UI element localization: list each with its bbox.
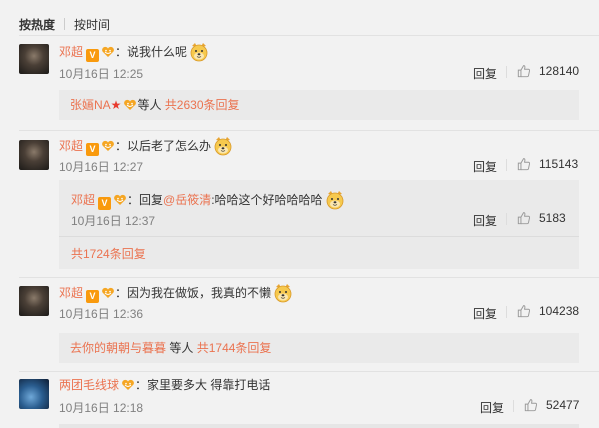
like-count: 52477 — [546, 398, 580, 412]
doge-emoji-icon — [325, 190, 345, 210]
mention-link[interactable]: @岳筱清 — [163, 193, 211, 207]
sub-like-count: 5183 — [539, 211, 566, 225]
fan-badge-icon — [101, 287, 115, 299]
reply-summary-user[interactable]: 去你的朝朝与暮暮 — [70, 341, 166, 355]
comment-text-line: 邓超 V ：说我什么呢 — [59, 42, 209, 62]
reply-button[interactable]: 回复 — [473, 65, 497, 82]
view-replies-link[interactable]: 共1724条回复 — [71, 247, 146, 261]
verified-badge-icon: V — [86, 49, 100, 62]
sub-like-button[interactable]: 5183 — [517, 211, 566, 225]
sub-reply-username[interactable]: 邓超 — [71, 193, 95, 207]
avatar[interactable] — [19, 379, 49, 409]
like-button[interactable]: 52477 — [524, 398, 579, 412]
avatar[interactable] — [19, 286, 49, 316]
comment-divider — [19, 130, 599, 131]
action-divider — [506, 66, 507, 78]
fan-badge-icon — [101, 140, 115, 152]
reply-box-divider — [59, 236, 579, 237]
comment-text-line: 邓超 V ：以后老了怎么办 — [59, 136, 233, 156]
reply-summary-box: 去你的朝朝与暮暮 等人 共1744条回复 — [59, 333, 579, 363]
star-icon: ★ — [110, 98, 122, 112]
avatar[interactable] — [19, 44, 49, 74]
comment-username[interactable]: 邓超 — [59, 286, 83, 300]
verified-badge-icon: V — [86, 290, 100, 303]
comment-time: 10月16日 12:25 — [59, 67, 144, 81]
verified-badge-icon: V — [98, 197, 112, 210]
verified-badge-icon: V — [86, 143, 100, 156]
view-replies-link[interactable]: 共2630条回复 — [165, 98, 240, 112]
thumb-up-icon — [517, 64, 531, 78]
comment-divider — [19, 371, 599, 372]
like-count: 115143 — [539, 157, 579, 171]
comment-text: ：因为我在做饭，我真的不懒 — [115, 286, 272, 300]
sub-reply-text: :哈哈这个好哈哈哈哈 — [211, 193, 323, 207]
reply-button[interactable]: 回复 — [473, 158, 497, 175]
comment-time: 10月16日 12:18 — [59, 401, 144, 415]
reply-summary: 去你的朝朝与暮暮 等人 共1744条回复 — [70, 340, 271, 356]
comment-text: ：说我什么呢 — [115, 45, 188, 59]
tab-sort-hot[interactable]: 按热度 — [19, 16, 55, 33]
view-replies-link[interactable]: 共1744条回复 — [197, 341, 272, 355]
action-divider — [506, 213, 507, 225]
tab-divider — [64, 18, 66, 30]
sub-reply-prefix: ：回复 — [127, 193, 164, 207]
fan-badge-icon — [101, 46, 115, 58]
comment-divider — [19, 277, 599, 278]
comment-username[interactable]: 两团毛线球 — [59, 378, 119, 392]
reply-summary-box — [59, 424, 579, 428]
like-count: 128140 — [539, 64, 580, 78]
like-button[interactable]: 128140 — [517, 64, 579, 78]
thumb-up-icon — [517, 157, 531, 171]
sub-reply-button[interactable]: 回复 — [473, 212, 497, 229]
comment-text-line: 两团毛线球 ：家里要多大 得靠打电话 — [59, 377, 270, 393]
tab-sort-time[interactable]: 按时间 — [74, 16, 110, 33]
reply-button[interactable]: 回复 — [480, 399, 504, 416]
comment-time: 10月16日 12:27 — [59, 160, 144, 174]
fan-badge-icon — [121, 379, 135, 391]
reply-button[interactable]: 回复 — [473, 305, 497, 322]
like-button[interactable]: 104238 — [517, 304, 579, 318]
like-button[interactable]: 115143 — [517, 157, 578, 171]
comment-text: ：以后老了怎么办 — [115, 139, 212, 153]
sub-reply-time: 10月16日 12:37 — [71, 214, 156, 228]
doge-emoji-icon — [189, 42, 209, 62]
sort-tabs: 按热度 按时间 — [19, 16, 110, 32]
doge-emoji-icon — [273, 283, 293, 303]
avatar[interactable] — [19, 140, 49, 170]
comment-username[interactable]: 邓超 — [59, 45, 83, 59]
tabs-divider — [19, 35, 599, 36]
thumb-up-icon — [517, 211, 531, 225]
action-divider — [506, 159, 507, 171]
comment-text: ：家里要多大 得靠打电话 — [135, 378, 271, 392]
comment-text-line: 邓超 V ：因为我在做饭，我真的不懒 — [59, 283, 293, 303]
sub-reply-text-line: 邓超 V ：回复@岳筱清:哈哈这个好哈哈哈哈 — [71, 190, 345, 210]
comment-time: 10月16日 12:36 — [59, 307, 144, 321]
fan-badge-icon — [123, 99, 137, 111]
reply-summary-box: 张婳NA★ 等人 共2630条回复 — [59, 90, 579, 120]
action-divider — [513, 400, 514, 412]
comment-username[interactable]: 邓超 — [59, 139, 83, 153]
reply-box: 邓超 V ：回复@岳筱清:哈哈这个好哈哈哈哈 10月16日 12:37 回复 518… — [59, 180, 579, 269]
thumb-up-icon — [517, 304, 531, 318]
reply-summary: 共1724条回复 — [71, 246, 146, 262]
thumb-up-icon — [524, 398, 538, 412]
reply-summary-user[interactable]: 张婳NA — [70, 98, 111, 112]
reply-summary: 张婳NA★ 等人 共2630条回复 — [70, 97, 240, 113]
reply-summary-middle: 等人 — [137, 98, 162, 112]
doge-emoji-icon — [213, 136, 233, 156]
action-divider — [506, 306, 507, 318]
fan-badge-icon — [113, 194, 127, 206]
like-count: 104238 — [539, 304, 580, 318]
reply-summary-middle: 等人 — [169, 341, 194, 355]
